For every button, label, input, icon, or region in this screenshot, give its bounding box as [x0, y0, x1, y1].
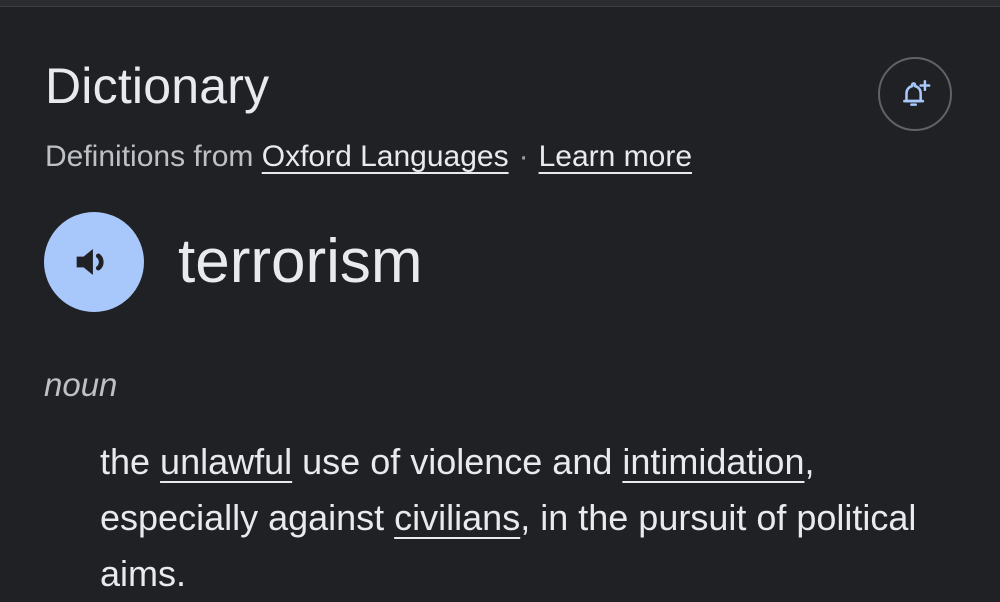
- headword: terrorism: [178, 227, 423, 296]
- add-alert-icon: [903, 79, 931, 106]
- source-prefix: Definitions from: [45, 140, 254, 173]
- page-title: Dictionary: [45, 58, 270, 114]
- definition-segment: the: [100, 441, 161, 482]
- top-divider: [0, 0, 1000, 7]
- definition-segment: use of violence and: [292, 441, 623, 482]
- part-of-speech: noun: [44, 366, 118, 403]
- create-alert-button[interactable]: [878, 57, 952, 131]
- unlawful-link[interactable]: unlawful: [160, 441, 292, 482]
- learn-more-link[interactable]: Learn more: [539, 140, 692, 173]
- definition-text: the unlawful use of violence and intimid…: [100, 434, 960, 602]
- civilians-link[interactable]: civilians: [394, 497, 520, 538]
- speaker-icon: [76, 249, 104, 275]
- intimidation-link[interactable]: intimidation: [622, 441, 804, 482]
- separator-dot: ·: [518, 140, 529, 173]
- oxford-languages-link[interactable]: Oxford Languages: [262, 140, 509, 173]
- definition-source: Definitions from Oxford Languages · Learn …: [45, 137, 692, 177]
- pronounce-button[interactable]: [44, 212, 144, 312]
